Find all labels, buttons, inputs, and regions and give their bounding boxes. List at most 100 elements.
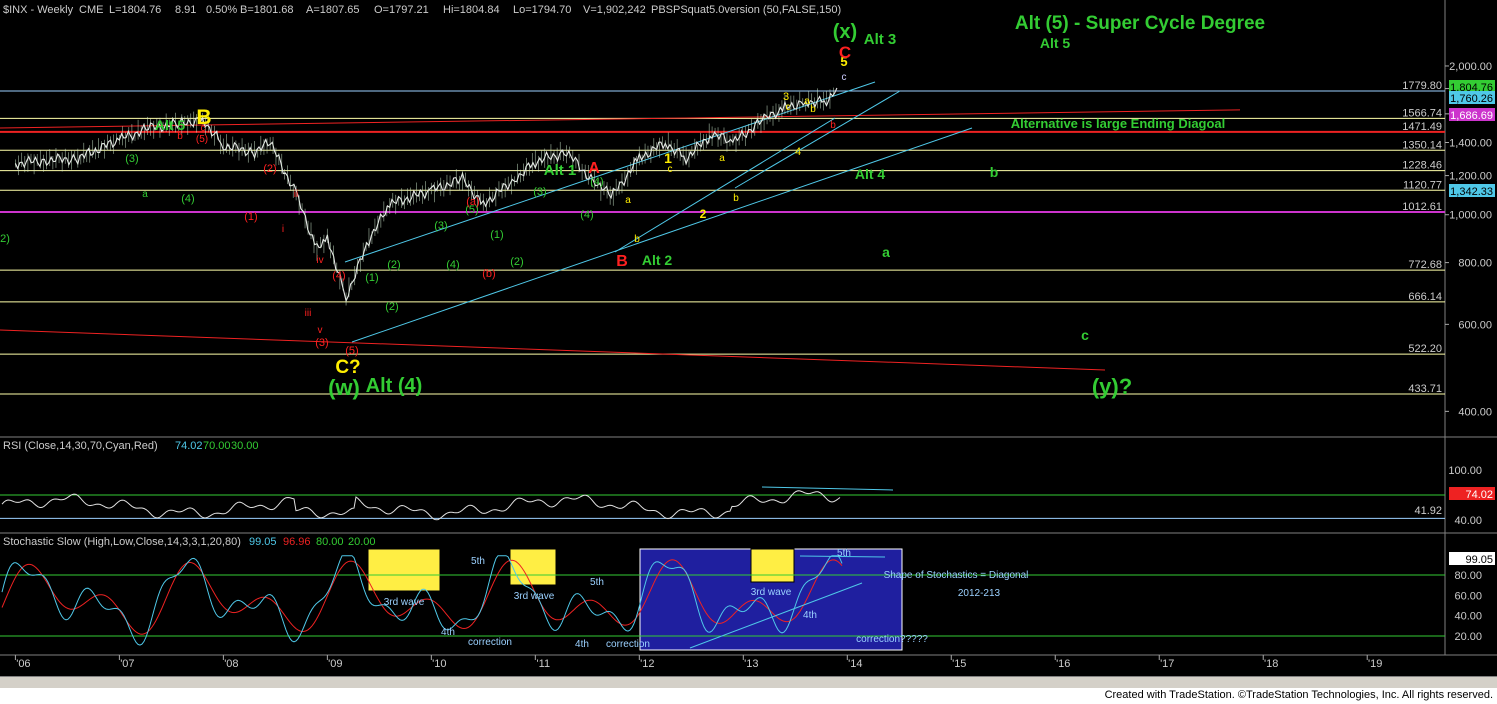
time-tick-label: '11 xyxy=(537,658,551,670)
wave-label-red: c xyxy=(842,72,847,83)
level-label: 666.14 xyxy=(1408,291,1442,303)
stoch-k-value: 99.05 xyxy=(249,536,277,548)
wave-label-green: Alt (4) xyxy=(366,375,423,397)
time-tick-label: '15 xyxy=(952,658,966,670)
price-tick-label: 1,000.00 xyxy=(1449,210,1492,222)
wave-label-green: Alt 3 xyxy=(864,31,897,48)
wave-label-red: iii xyxy=(305,308,312,319)
wave-label-red: (5) xyxy=(196,134,208,145)
wave-label-green: (y)? xyxy=(1092,374,1132,399)
wave-label-red: (1) xyxy=(244,211,257,223)
time-tick-label: '10 xyxy=(432,658,446,670)
wave-label-green-edge: 2) xyxy=(0,233,10,245)
level-label: 1120.77 xyxy=(1403,179,1442,191)
wave-label-red: c xyxy=(201,123,206,134)
stoch-annotation: 4th xyxy=(441,627,455,638)
rsi-value: 74.02 xyxy=(175,440,203,452)
wave-label-yellow: b xyxy=(733,193,739,204)
rsi-overbought-value: 70.00 xyxy=(203,440,231,452)
header-field-11: PBSPSquat5.0version (50,FALSE,150) xyxy=(651,4,841,16)
stoch-annotation: 5th xyxy=(471,556,485,567)
stoch-annotation: 5th xyxy=(837,548,851,559)
wave-label-green: (w) xyxy=(328,375,360,400)
time-tick-label: '09 xyxy=(328,658,342,670)
price-tick-label: 1,200.00 xyxy=(1449,171,1492,183)
wave-label-red: C xyxy=(839,43,851,62)
wave-label-red: i xyxy=(282,224,284,235)
footer-bar: Created with TradeStation. ©TradeStation… xyxy=(0,688,1497,704)
rsi-level-label: 41.92 xyxy=(1414,505,1442,517)
price-tick-label: 800.00 xyxy=(1458,258,1492,270)
wave-label-red: v xyxy=(318,325,323,336)
stoch-annotation: correction????? xyxy=(856,634,928,645)
time-tick-label: '16 xyxy=(1056,658,1070,670)
wave-label-red: (4) xyxy=(332,270,345,282)
wave-label-red: b xyxy=(830,120,836,131)
price-tick-label: 400.00 xyxy=(1458,406,1492,418)
price-tag-label: 1,686.69 xyxy=(1450,110,1493,122)
wave-label-red: (2) xyxy=(263,163,276,175)
stoch-annotation: 3rd wave xyxy=(751,587,792,598)
stoch-highlight-box xyxy=(509,548,557,586)
wave-label-green: (1) xyxy=(490,229,503,241)
level-label: 1228.46 xyxy=(1402,160,1442,172)
stoch-title: Stochastic Slow (High,Low,Close,14,3,3,1… xyxy=(3,536,241,548)
wave-label-green: Alt 4 xyxy=(855,166,886,182)
header-field-4: 0.50% xyxy=(206,4,237,16)
rsi-tick-label: 100.00 xyxy=(1448,465,1482,477)
time-tick-label: '17 xyxy=(1160,658,1174,670)
wave-label-green: (2) xyxy=(387,259,400,271)
wave-label-green: (4) xyxy=(590,176,603,188)
level-label: 1012.61 xyxy=(1402,201,1442,213)
level-label: 1350.14 xyxy=(1402,139,1442,151)
stoch-tick-label: 80.00 xyxy=(1454,570,1482,582)
wave-label-red: (b) xyxy=(482,268,495,280)
rsi-tag-label: 74.02 xyxy=(1465,489,1493,501)
wave-label-green: (4) xyxy=(446,259,459,271)
wave-label-green: Alt 1 xyxy=(544,162,577,179)
wave-label-green: (x) xyxy=(833,21,857,43)
time-tick-label: '19 xyxy=(1368,658,1382,670)
header-field-3: 8.91 xyxy=(175,4,196,16)
rsi-title: RSI (Close,14,30,70,Cyan,Red) xyxy=(3,440,158,452)
wave-label-red: B xyxy=(616,253,628,270)
stoch-annotation: 5th xyxy=(590,577,604,588)
wave-label-green: (2) xyxy=(385,301,398,313)
level-label: 1471.49 xyxy=(1402,121,1442,133)
wave-label-green: (4) xyxy=(580,209,593,221)
header-field-7: O=1797.21 xyxy=(374,4,429,16)
chart-window: $INX - Weekly CME L=1804.76 8.91 0.50% B=1801… xyxy=(0,0,1497,704)
header-field-9: Lo=1794.70 xyxy=(513,4,571,16)
price-tick-label: 2,000.00 xyxy=(1449,61,1492,73)
wave-label-yellow: 2 xyxy=(700,207,707,221)
header-field-2: L=1804.76 xyxy=(109,4,161,16)
wave-label-green: a xyxy=(142,189,148,200)
wave-label-red: A xyxy=(588,160,600,177)
level-label: 1779.80 xyxy=(1402,80,1442,92)
wave-label-yellow: c xyxy=(786,102,791,113)
wave-label-green: (3) xyxy=(533,186,546,198)
stoch-annotation: Shape of Stochastics = Diagonal xyxy=(884,570,1029,581)
level-label: 522.20 xyxy=(1408,343,1442,355)
wave-label-green: (2) xyxy=(510,256,523,268)
wave-label-yellow: C? xyxy=(335,357,360,378)
wave-label-yellow: b xyxy=(634,234,640,245)
wave-label-green: a xyxy=(882,244,890,260)
stoch-lower-value: 20.00 xyxy=(348,536,376,548)
rsi-oversold-value: 30.00 xyxy=(231,440,259,452)
wave-label-red: iv xyxy=(316,255,323,266)
wave-label-green: Alternative is large Ending Diagoal xyxy=(1011,116,1226,131)
stoch-highlight-box xyxy=(367,548,441,592)
level-label: 433.71 xyxy=(1408,383,1442,395)
wave-label-yellow: 4 xyxy=(795,146,801,158)
price-tick-label: 600.00 xyxy=(1458,319,1492,331)
wave-label-green: b xyxy=(990,164,999,180)
header-field-5: B=1801.68 xyxy=(240,4,294,16)
stoch-annotation: 3rd wave xyxy=(384,597,425,608)
stoch-annotation: 3rd wave xyxy=(514,591,555,602)
stoch-annotation: 4th xyxy=(575,639,589,650)
wave-label-green: (4) xyxy=(181,193,194,205)
stoch-annotation: correction xyxy=(468,637,512,648)
time-tick-label: '14 xyxy=(848,658,862,670)
wave-label-yellow: a xyxy=(625,195,631,206)
